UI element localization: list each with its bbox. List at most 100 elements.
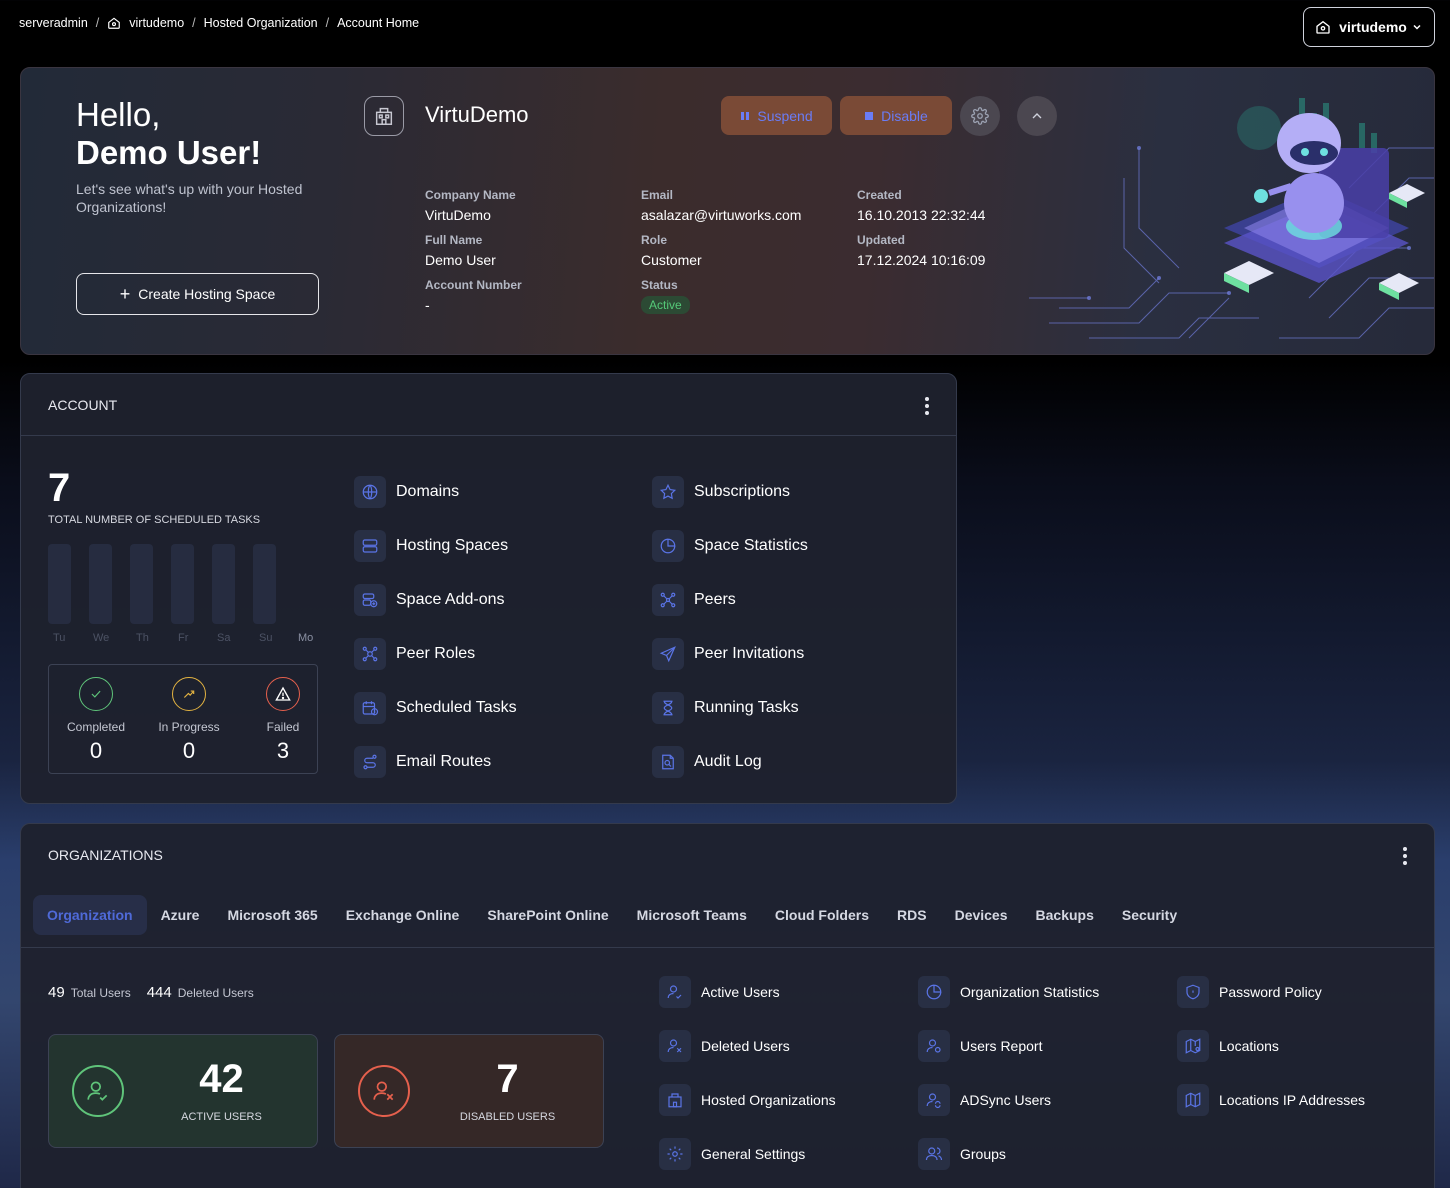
hourglass-icon bbox=[652, 692, 684, 724]
chart-bar bbox=[253, 544, 276, 624]
create-hosting-space-button[interactable]: + Create Hosting Space bbox=[76, 273, 319, 315]
hosting-spaces-link[interactable]: Hosting Spaces bbox=[354, 530, 508, 562]
day-label: Th bbox=[136, 632, 149, 644]
audit-icon bbox=[652, 746, 684, 778]
locations-link[interactable]: Locations bbox=[1177, 1030, 1279, 1062]
breadcrumb-separator: / bbox=[192, 16, 196, 30]
globe-icon bbox=[354, 476, 386, 508]
adsync-users-link[interactable]: ADSync Users bbox=[918, 1084, 1051, 1116]
tab-sharepoint-online[interactable]: SharePoint Online bbox=[473, 895, 622, 935]
building-icon bbox=[659, 1084, 691, 1116]
domains-link[interactable]: Domains bbox=[354, 476, 459, 508]
map-pin-icon bbox=[1177, 1030, 1209, 1062]
space-add-ons-link[interactable]: Space Add-ons bbox=[354, 584, 505, 616]
hosted-organizations-link[interactable]: Hosted Organizations bbox=[659, 1084, 836, 1116]
pie-chart-icon bbox=[652, 530, 684, 562]
subscriptions-link[interactable]: Subscriptions bbox=[652, 476, 790, 508]
completed-stat: Completed 0 bbox=[51, 677, 141, 764]
home-icon bbox=[1315, 19, 1331, 35]
tab-cloud-folders[interactable]: Cloud Folders bbox=[761, 895, 883, 935]
user-x-icon bbox=[358, 1065, 410, 1117]
status-field: Status Active bbox=[641, 278, 851, 314]
tab-microsoft-teams[interactable]: Microsoft Teams bbox=[623, 895, 761, 935]
deleted-users-label: Deleted Users bbox=[177, 986, 254, 1000]
task-status-summary: Completed 0 In Progress 0 Failed 3 bbox=[48, 664, 318, 774]
email-routes-link[interactable]: Email Routes bbox=[354, 746, 491, 778]
account-card: ACCOUNT 7 TOTAL NUMBER OF SCHEDULED TASK… bbox=[20, 373, 957, 804]
peer-roles-icon bbox=[354, 638, 386, 670]
day-label: Mo bbox=[298, 632, 314, 644]
route-icon bbox=[354, 746, 386, 778]
general-settings-link[interactable]: General Settings bbox=[659, 1138, 805, 1170]
tab-rds[interactable]: RDS bbox=[883, 895, 941, 935]
tab-devices[interactable]: Devices bbox=[941, 895, 1022, 935]
scheduled-tasks-total: 7 bbox=[48, 466, 71, 510]
user-counts: 49 Total Users 444 Deleted Users bbox=[48, 984, 264, 1001]
tab-exchange-online[interactable]: Exchange Online bbox=[332, 895, 474, 935]
organizations-card: ORGANIZATIONS Organization Azure Microso… bbox=[20, 823, 1435, 1188]
password-policy-link[interactable]: Password Policy bbox=[1177, 976, 1322, 1008]
breadcrumb-separator: / bbox=[95, 16, 100, 30]
active-users-label: ACTIVE USERS bbox=[181, 1111, 262, 1123]
day-label: Su bbox=[259, 632, 273, 644]
locations-ip-addresses-link[interactable]: Locations IP Addresses bbox=[1177, 1084, 1365, 1116]
greeting-subtitle: Let's see what's up with your Hosted Org… bbox=[76, 181, 303, 215]
map-ip-icon bbox=[1177, 1084, 1209, 1116]
breadcrumb-hosted-organization[interactable]: Hosted Organization bbox=[204, 16, 318, 30]
tab-backups[interactable]: Backups bbox=[1022, 895, 1108, 935]
in-progress-stat: In Progress 0 bbox=[144, 677, 234, 764]
peer-roles-link[interactable]: Peer Roles bbox=[354, 638, 475, 670]
user-report-icon bbox=[918, 1030, 950, 1062]
day-label: Tu bbox=[53, 632, 66, 644]
deleted-users-link[interactable]: Deleted Users bbox=[659, 1030, 790, 1062]
switcher-label: virtudemo bbox=[1339, 19, 1407, 35]
organization-name: VirtuDemo bbox=[425, 102, 529, 127]
groups-link[interactable]: Groups bbox=[918, 1138, 1006, 1170]
tab-organization[interactable]: Organization bbox=[33, 895, 147, 935]
chart-bar bbox=[48, 544, 71, 624]
day-label: We bbox=[93, 632, 110, 644]
suspend-button[interactable]: Suspend bbox=[721, 96, 832, 135]
organizations-menu-kebab-icon[interactable] bbox=[1403, 847, 1407, 868]
email-field: Email asalazar@virtuworks.com bbox=[641, 188, 802, 223]
breadcrumb-separator: / bbox=[325, 16, 330, 30]
account-menu-kebab-icon[interactable] bbox=[925, 397, 929, 418]
audit-log-link[interactable]: Audit Log bbox=[652, 746, 762, 778]
disabled-users-card[interactable]: 7 DISABLED USERS bbox=[334, 1034, 604, 1148]
server-icon bbox=[354, 530, 386, 562]
user-check-icon bbox=[72, 1065, 124, 1117]
users-report-link[interactable]: Users Report bbox=[918, 1030, 1042, 1062]
full-name-field: Full Name Demo User bbox=[425, 233, 496, 268]
space-statistics-link[interactable]: Space Statistics bbox=[652, 530, 808, 562]
warning-icon bbox=[266, 677, 300, 711]
user-sync-icon bbox=[918, 1084, 950, 1116]
active-users-card[interactable]: 42 ACTIVE USERS bbox=[48, 1034, 318, 1148]
peers-link[interactable]: Peers bbox=[652, 584, 736, 616]
breadcrumb: serveradmin / virtudemo / Hosted Organiz… bbox=[19, 16, 419, 30]
user-check-icon bbox=[659, 976, 691, 1008]
scheduled-tasks-link[interactable]: Scheduled Tasks bbox=[354, 692, 517, 724]
breadcrumb-virtudemo[interactable]: virtudemo bbox=[129, 16, 184, 30]
tab-microsoft-365[interactable]: Microsoft 365 bbox=[213, 895, 331, 935]
home-icon bbox=[107, 16, 121, 30]
tab-security[interactable]: Security bbox=[1108, 895, 1191, 935]
active-users-link[interactable]: Active Users bbox=[659, 976, 780, 1008]
organization-statistics-link[interactable]: Organization Statistics bbox=[918, 976, 1099, 1008]
chart-bar bbox=[130, 544, 153, 624]
tab-azure[interactable]: Azure bbox=[147, 895, 214, 935]
pause-icon bbox=[740, 111, 750, 121]
running-tasks-link[interactable]: Running Tasks bbox=[652, 692, 799, 724]
account-hero-panel: Hello, Demo User! Let's see what's up wi… bbox=[20, 67, 1435, 355]
plus-icon: + bbox=[119, 284, 131, 304]
breadcrumb-serveradmin[interactable]: serveradmin bbox=[19, 16, 88, 30]
disabled-users-label: DISABLED USERS bbox=[459, 1111, 556, 1123]
disable-button[interactable]: Disable bbox=[840, 96, 952, 135]
organization-switcher[interactable]: virtudemo bbox=[1303, 7, 1435, 47]
active-users-count: 42 bbox=[199, 1057, 244, 1101]
peer-invitations-link[interactable]: Peer Invitations bbox=[652, 638, 804, 670]
day-label: Fr bbox=[178, 632, 189, 644]
settings-button[interactable] bbox=[960, 96, 1000, 136]
status-badge: Active bbox=[641, 296, 690, 314]
top-bar: serveradmin / virtudemo / Hosted Organiz… bbox=[0, 0, 1450, 60]
day-label: Sa bbox=[217, 632, 231, 644]
